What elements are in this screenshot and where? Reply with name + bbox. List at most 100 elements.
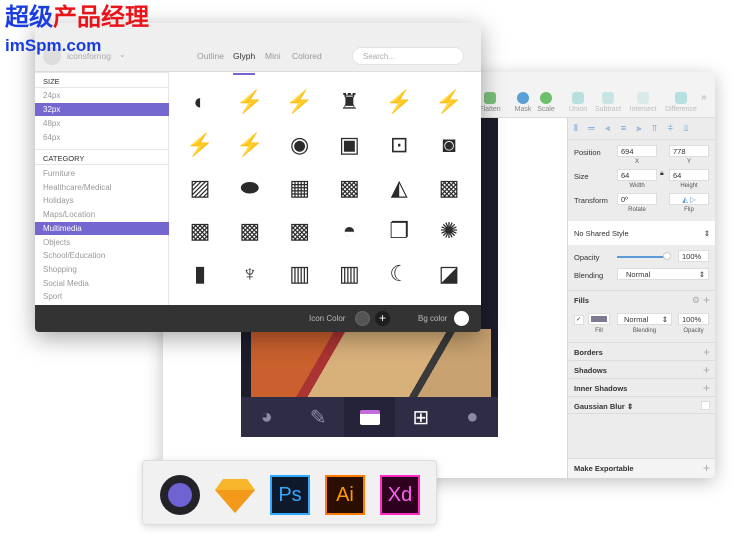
category-item[interactable]: Objects (35, 236, 169, 249)
film-strip-icon[interactable]: ▥ (334, 259, 364, 289)
add-color-icon[interactable]: + (375, 311, 390, 326)
shadows-label: Shadows (574, 366, 607, 375)
blending-label: Blending (574, 271, 604, 280)
focus-icon[interactable]: ◉ (285, 130, 315, 160)
fill-color-well[interactable] (588, 313, 610, 325)
width-field[interactable]: 64 (617, 169, 657, 181)
flip-buttons[interactable]: ◭ ▷ (669, 193, 709, 205)
borders-section[interactable]: Borders + (568, 342, 715, 360)
film-icon[interactable]: ▥ (285, 259, 315, 289)
eyedropper-icon[interactable]: ✎ (292, 397, 343, 437)
illustrator-app-icon[interactable]: Ai (325, 475, 365, 515)
aperture-icon[interactable]: ✺ (434, 216, 464, 246)
pie-chart-icon[interactable]: ◕ (241, 397, 292, 437)
folder-icon[interactable] (343, 397, 396, 437)
add-icon[interactable]: + (703, 363, 710, 377)
fill-blending-select[interactable]: Normal ⇕ (617, 313, 672, 325)
x-label: X (634, 159, 639, 165)
image-icon[interactable]: ▩ (334, 173, 364, 203)
flash-icon[interactable]: ⚡ (235, 87, 265, 117)
blending-select[interactable]: Normal ⇕ (617, 268, 709, 280)
chat-icon[interactable]: ● (447, 397, 498, 437)
image-location-icon[interactable]: ▩ (285, 216, 315, 246)
x-field[interactable]: 694 (617, 145, 657, 157)
image-portrait-icon[interactable]: ▩ (434, 173, 464, 203)
folder-shape (359, 409, 380, 425)
icon-color-swatch[interactable] (355, 311, 370, 326)
lock-icon[interactable]: 🔒︎ (660, 170, 664, 178)
cap-icon[interactable]: ◓ (334, 216, 364, 246)
add-icon[interactable]: + (703, 461, 710, 475)
picker-footer: Icon Color + Bg color (35, 305, 481, 332)
gaussian-blur-section[interactable]: Gaussian Blur ⇕ (568, 396, 715, 414)
y-field[interactable]: 778 (669, 145, 709, 157)
grid-icon[interactable]: ▦ (285, 173, 315, 203)
flash-auto-alt-icon[interactable]: ⚡ (434, 87, 464, 117)
image-add-icon[interactable]: ▩ (185, 216, 215, 246)
category-item[interactable]: Multimedia (35, 221, 169, 235)
frame-icon[interactable]: ▣ (334, 130, 364, 160)
inner-shadows-section[interactable]: Inner Shadows + (568, 378, 715, 396)
intersect-button[interactable]: Intersect (623, 92, 663, 113)
photoshop-app-icon[interactable]: Ps (270, 475, 310, 515)
category-item[interactable]: Sport (35, 290, 169, 303)
shared-style-select[interactable]: No Shared Style ⇕ (568, 221, 715, 245)
rotate-field[interactable]: 0º (617, 193, 657, 205)
opacity-slider-handle[interactable] (663, 252, 671, 260)
tulip-icon[interactable]: ♆ (235, 259, 265, 289)
flash-off-icon[interactable]: ⚡ (185, 130, 215, 160)
image-frame-icon[interactable]: ▨ (185, 173, 215, 203)
category-item[interactable]: Furniture (35, 167, 169, 180)
video-camera-icon[interactable]: ▮ (185, 259, 215, 289)
height-field[interactable]: 64 (669, 169, 709, 181)
align-toolbar[interactable]: ⫴ ═ ⫷ ≡ ⫸ ⫪ ⫩ ⫫ (568, 118, 715, 140)
category-item[interactable]: Social Media (35, 277, 169, 290)
layers-icon[interactable]: ❐ (384, 216, 414, 246)
frame-round-icon[interactable]: ◙ (434, 130, 464, 160)
more-chevron-icon[interactable]: » (701, 92, 707, 103)
category-item[interactable]: Shopping (35, 263, 169, 276)
fill-opacity-field[interactable]: 100% (678, 313, 709, 325)
flash-off-alt-icon[interactable]: ⚡ (235, 130, 265, 160)
size-option[interactable]: 64px (35, 131, 169, 144)
image-mountain-icon[interactable]: ◭ (384, 173, 414, 203)
blur-checkbox[interactable] (701, 401, 710, 410)
tab-mini[interactable]: Mini (265, 51, 281, 61)
flash-auto-icon[interactable]: ⚡ (384, 87, 414, 117)
iconjar-app-icon[interactable] (160, 475, 200, 515)
bg-color-swatch[interactable] (454, 311, 469, 326)
add-fill-icon[interactable]: + (703, 293, 710, 307)
subtract-button[interactable]: Subtract (588, 92, 628, 113)
size-option[interactable]: 24px (35, 89, 169, 102)
make-exportable-section[interactable]: Make Exportable + (568, 458, 715, 478)
search-input[interactable]: Search... (352, 47, 464, 65)
category-item[interactable]: School/Education (35, 249, 169, 262)
xd-app-icon[interactable]: Xd (380, 475, 420, 515)
image-select-icon[interactable]: ⊞ (395, 397, 447, 437)
opacity-field[interactable]: 100% (678, 250, 709, 262)
flip-label: Flip (684, 207, 694, 213)
add-icon[interactable]: + (703, 345, 710, 359)
contrast-icon[interactable]: ◐ (185, 87, 215, 117)
add-icon[interactable]: + (703, 381, 710, 395)
tab-colored[interactable]: Colored (292, 51, 322, 61)
category-item[interactable]: Healthcare/Medical (35, 181, 169, 194)
difference-button[interactable]: Difference (661, 92, 701, 113)
flash-alt-icon[interactable]: ⚡ (285, 87, 315, 117)
shadows-section[interactable]: Shadows + (568, 360, 715, 378)
oval-frame-icon[interactable]: ⬬ (235, 173, 265, 203)
night-mode-icon[interactable]: ☾ (384, 259, 414, 289)
focus-frame-icon[interactable]: ⊡ (384, 130, 414, 160)
size-option[interactable]: 48px (35, 117, 169, 130)
gear-icon[interactable]: ⚙ (692, 295, 700, 306)
flashlight-icon[interactable]: ♜ (334, 87, 364, 117)
size-option[interactable]: 32px (35, 103, 169, 116)
category-item[interactable]: Maps/Location (35, 208, 169, 221)
sketch-app-icon[interactable] (215, 475, 255, 515)
tab-outline[interactable]: Outline (197, 51, 224, 61)
image-remove-icon[interactable]: ▩ (235, 216, 265, 246)
category-item[interactable]: Holidays (35, 194, 169, 207)
fill-checkbox[interactable]: ✓ (574, 315, 584, 325)
image-chart-icon[interactable]: ◪ (434, 259, 464, 289)
opacity-slider[interactable] (617, 256, 667, 258)
